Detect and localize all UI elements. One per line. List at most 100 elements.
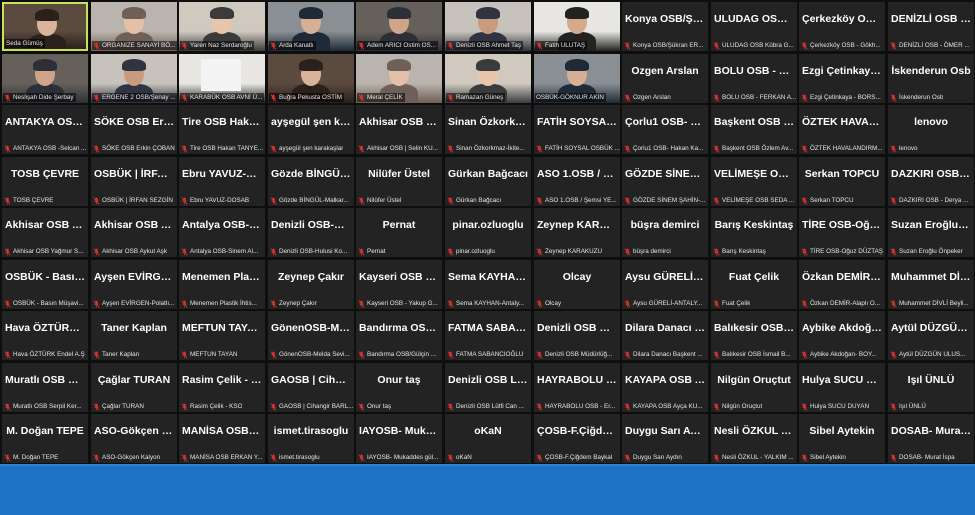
participant-tile[interactable]: KAYAPA OSB Ay... KAYAPA OSB Ayça KU... [622, 363, 708, 412]
participant-tile[interactable]: Özkan DEMİR-A... Özkan DEMİR-Alaplı O... [799, 260, 885, 309]
participant-tile[interactable]: GönenOSB-Mel... GönenOSB-Melda Sevi... [268, 311, 354, 360]
participant-tile[interactable]: Çağlar TURAN Çağlar TURAN [91, 363, 177, 412]
participant-tile[interactable]: Sibel Aytekin Sibel Aytekin [799, 414, 885, 463]
participant-tile[interactable]: Aybike Akdoğa... Aybike Akdoğan- BOY... [799, 311, 885, 360]
participant-tile[interactable]: Hava ÖZTÜRK E... Hava ÖZTÜRK Endel A.Ş [2, 311, 88, 360]
participant-tile[interactable]: Aytül DÜZGÜN... Aytül DÜZGÜN ULUS... [888, 311, 974, 360]
participant-tile[interactable]: KARABÜK OSB AVNİ Ü... [179, 54, 265, 103]
participant-tile[interactable]: Duygu Sarı Aydın Duygu Sarı Aydın [622, 414, 708, 463]
participant-tile[interactable]: Nilüfer Üstel Nilüfer Üstel [356, 157, 442, 206]
participant-tile[interactable]: Ozgen Arslan Ozgen Arslan [622, 54, 708, 103]
participant-tile[interactable]: Dilara Danacı B... Dilara Danacı Başkent … [622, 311, 708, 360]
participant-tile[interactable]: Kayseri OSB - Y... Kayseri OSB - Yakup G.… [356, 260, 442, 309]
participant-tile[interactable]: OSBÜK - Basın... OSBÜK - Basın Müşavi... [2, 260, 88, 309]
participant-tile[interactable]: Taner Kaplan Taner Kaplan [91, 311, 177, 360]
participant-tile[interactable]: Denizli OSB Ahmet Taş [445, 2, 531, 51]
participant-tile[interactable]: Nilgün Oruçtut Nilgün Oruçtut [711, 363, 797, 412]
participant-tile[interactable]: GÖZDE SİNEM Ş... GÖZDE SİNEM ŞAHİN-... [622, 157, 708, 206]
participant-tile[interactable]: Rasim Çelik - KSO Rasim Çelik - KSO [179, 363, 265, 412]
participant-tile[interactable]: Denizli OSB-Hul... Denizli OSB-Hulusi Ko.… [268, 208, 354, 257]
participant-tile[interactable]: MANİSA OSB E... MANİSA OSB ERKAN Y... [179, 414, 265, 463]
participant-tile[interactable]: Olcay Olcay [534, 260, 620, 309]
participant-tile[interactable]: Aysu GÜRELİ-A... Aysu GÜRELİ-ANTALY... [622, 260, 708, 309]
participant-tile[interactable]: Işıl ÜNLÜ Işıl ÜNLÜ [888, 363, 974, 412]
participant-tile[interactable]: Gözde BİNGÜL-... Gözde BİNGÜL-Malkar... [268, 157, 354, 206]
participant-tile[interactable]: OSBÜK | İRFAN... OSBÜK | İRFAN SEZGİN [91, 157, 177, 206]
participant-tile[interactable]: Denizli OSB Mü... Denizli OSB Müdürlüğ... [534, 311, 620, 360]
participant-tile[interactable]: ANTAKYA OSB -... ANTAKYA OSB -Selcan ... [2, 105, 88, 154]
participant-tile[interactable]: HAYRABOLU OS... HAYRABOLU OSB - Er... [534, 363, 620, 412]
participant-tile[interactable]: Bandırma OSB/... Bandırma OSB/Gülçin ... [356, 311, 442, 360]
participant-tile[interactable]: Antalya OSB-Si... Antalya OSB-Sinem Al... [179, 208, 265, 257]
participant-tile[interactable]: TOSB ÇEVRE TOSB ÇEVRE [2, 157, 88, 206]
participant-tile[interactable]: Ayşen EVİRGEN... Ayşen EVİRGEN-Polatlı... [91, 260, 177, 309]
participant-tile[interactable]: MEFTUN TAYAN MEFTUN TAYAN [179, 311, 265, 360]
participant-tile[interactable]: FATMA SABAN... FATMA SABANCIOĞLU [445, 311, 531, 360]
participant-tile[interactable]: ORGANIZE SANAYİ BÖ... [91, 2, 177, 51]
participant-tile[interactable]: OSBÜK-GÖKNUR AKIN [534, 54, 620, 103]
participant-tile[interactable]: Gürkan Bağcacı Gürkan Bağcacı [445, 157, 531, 206]
participant-tile[interactable]: FATİH SOYSAL... FATİH SOYSAL OSBÜK ... [534, 105, 620, 154]
participant-tile[interactable]: ERGENE 2 OSB/Şenay ... [91, 54, 177, 103]
participant-tile[interactable]: GAOSB | Cihang... GAOSB | Cihangir BARL..… [268, 363, 354, 412]
participant-tile[interactable]: Konya OSB/Şük... Konya OSB/Şükran ER... [622, 2, 708, 51]
participant-tile[interactable]: ASO 1.OSB / Şe... ASO 1.OSB / Şemsi YE... [534, 157, 620, 206]
participant-tile[interactable]: DOSAB- Murat İ... DOSAB- Murat İspa [888, 414, 974, 463]
participant-tile[interactable]: Çerkezköy OSB ... Çerkezköy OSB - Gökh... [799, 2, 885, 51]
participant-tile[interactable]: TİRE OSB-Oğuz... TİRE OSB-Oğuz DÜZTAŞ [799, 208, 885, 257]
participant-tile[interactable]: Akhisar OSB Ya... Akhisar OSB Yağmur S... [2, 208, 88, 257]
participant-tile[interactable]: Pernat Pernat [356, 208, 442, 257]
participant-tile[interactable]: IAYOSB- Mukad... IAYOSB- Mukaddes gül... [356, 414, 442, 463]
participant-tile[interactable]: ULUDAG OSB K... ULUDAG OSB Kübra G... [711, 2, 797, 51]
participant-tile[interactable]: Sinan Özkorkm... Sinan Özkorkmaz-İkite... [445, 105, 531, 154]
participant-tile[interactable]: DAZKIRI OSB -... DAZKIRI OSB - Derya ... [888, 157, 974, 206]
participant-tile[interactable]: Fatih ULUTAŞ [534, 2, 620, 51]
participant-tile[interactable]: lenovo lenovo [888, 105, 974, 154]
participant-tile[interactable]: ÇOSB-F.Çiğdem... ÇOSB-F.Çiğdem Baykal [534, 414, 620, 463]
participant-tile[interactable]: büşra demirci büşra demirci [622, 208, 708, 257]
participant-tile[interactable]: Denizli OSB Lüt... Denizli OSB Lütfi Can … [445, 363, 531, 412]
participant-tile[interactable]: Adem ARICI Ostim OS... [356, 2, 442, 51]
participant-tile[interactable]: Yaren Naz Serdaroğlu [179, 2, 265, 51]
participant-tile[interactable]: M. Doğan TEPE M. Doğan TEPE [2, 414, 88, 463]
participant-tile[interactable]: Ebru YAVUZ-DO... Ebru YAVUZ-DOSAB [179, 157, 265, 206]
participant-tile[interactable]: Barış Keskintaş Barış Keskintaş [711, 208, 797, 257]
participant-tile[interactable]: Ramazan Güneş [445, 54, 531, 103]
participant-tile[interactable]: Neslişah Dide Şerbay [2, 54, 88, 103]
participant-tile[interactable]: DENİZLİ OSB -... DENİZLİ OSB - ÖMER ... [888, 2, 974, 51]
participant-tile[interactable]: SÖKE OSB Erkin... SÖKE OSB Erkin ÇOBAN [91, 105, 177, 154]
participant-tile[interactable]: Ezgi Çetinkaya -... Ezgi Çetinkaya - BORS… [799, 54, 885, 103]
participant-tile[interactable]: Menemen Plasti... Menemen Plastik İhtis..… [179, 260, 265, 309]
participant-tile[interactable]: Serkan TOPCU Serkan TOPCU [799, 157, 885, 206]
participant-tile[interactable]: Meral ÇELİK [356, 54, 442, 103]
participant-tile[interactable]: Nesli ÖZKUL - Y... Nesli ÖZKUL - YALKIM .… [711, 414, 797, 463]
participant-tile[interactable]: BOLU OSB - FER... BOLU OSB - FERKAN A... [711, 54, 797, 103]
participant-tile[interactable]: VELİMEŞE OSB... VELİMEŞE OSB SEDA ... [711, 157, 797, 206]
participant-tile[interactable]: Buğra Pekusta OSTİM [268, 54, 354, 103]
participant-tile[interactable]: Arda Kanatlı [268, 2, 354, 51]
participant-tile[interactable]: ÖZTEK HAVALA... ÖZTEK HAVALANDIRM... [799, 105, 885, 154]
participant-tile[interactable]: ASO-Gökçen Ka... ASO-Gökçen Kalyon [91, 414, 177, 463]
participant-tile[interactable]: Suzan Eroğlu Ö... Suzan Eroğlu Önpeker [888, 208, 974, 257]
participant-tile[interactable]: Sema KAYHAN-... Sema KAYHAN-Antaly... [445, 260, 531, 309]
participant-tile[interactable]: Balıkesir OSB İs... Balıkesir OSB İsmail … [711, 311, 797, 360]
participant-tile[interactable]: İskenderun Osb İskenderun Osb [888, 54, 974, 103]
participant-tile[interactable]: pinar.ozluoglu pinar.ozluoglu [445, 208, 531, 257]
participant-tile[interactable]: Muratlı OSB Ser... Muratlı OSB Serpil Ker… [2, 363, 88, 412]
participant-tile[interactable]: Fuat Çelik Fuat Çelik [711, 260, 797, 309]
participant-tile[interactable]: Zeynep Çakır Zeynep Çakır [268, 260, 354, 309]
participant-tile[interactable]: Tire OSB Hakan... Tire OSB Hakan TANYE... [179, 105, 265, 154]
participant-tile[interactable]: Akhisar OSB Ay... Akhisar OSB Aykut Aşk [91, 208, 177, 257]
participant-tile[interactable]: ismet.tirasoglu ismet.tirasoglu [268, 414, 354, 463]
participant-tile[interactable]: Hulya SUCU DU... Hulya SUCU DUYAN [799, 363, 885, 412]
participant-tile[interactable]: oKaN oKaN [445, 414, 531, 463]
participant-tile[interactable]: Çorlu1 OSB- Ha... Çorlu1 OSB- Hakan Ka... [622, 105, 708, 154]
participant-tile[interactable]: Akhisar OSB | S... Akhisar OSB | Selin KU… [356, 105, 442, 154]
participant-tile[interactable]: Zeynep KARAK... Zeynep KARAKUZU [534, 208, 620, 257]
participant-tile[interactable]: Muhammet DİV... Muhammet DİVLİ Beyli... [888, 260, 974, 309]
participant-tile[interactable]: ayşegül şen kar... ayşegül şen karakaşlar [268, 105, 354, 154]
participant-tile[interactable]: Başkent OSB Öz... Başkent OSB Özlem Av... [711, 105, 797, 154]
participant-tile[interactable]: Onur taş Onur taş [356, 363, 442, 412]
participant-name-text: Akhisar OSB Aykut Aşk [102, 248, 167, 255]
participant-tile[interactable]: Seda Gümüş [2, 2, 88, 51]
